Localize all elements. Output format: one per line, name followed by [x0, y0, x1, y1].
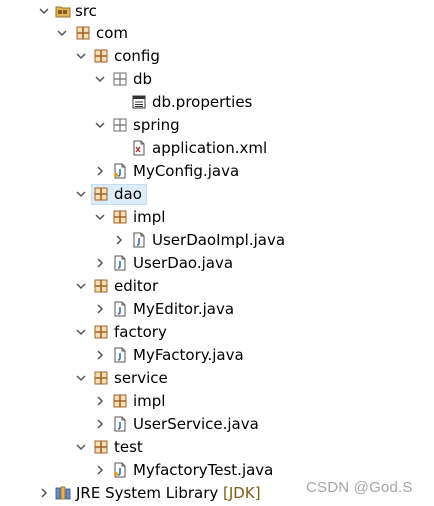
tree-item-label: dao — [114, 185, 142, 203]
tree-item-label: editor — [114, 277, 159, 295]
java-file-icon — [133, 232, 145, 248]
folder-package-icon — [113, 118, 127, 132]
chevron-down-icon[interactable] — [75, 372, 87, 384]
tree-item-label: impl — [133, 208, 166, 226]
package-icon — [94, 49, 108, 63]
tree-item-config[interactable]: config — [0, 45, 434, 68]
jre-tag: [JDK] — [223, 484, 261, 502]
tree-item-label: db — [133, 70, 153, 88]
tree-item-label: MyFactory.java — [133, 346, 244, 364]
tree-item-com[interactable]: com — [0, 22, 434, 45]
package-icon — [94, 440, 108, 454]
tree-item-label: com — [96, 24, 129, 42]
chevron-down-icon[interactable] — [94, 119, 106, 131]
tree-item-userdao-java[interactable]: UserDao.java — [0, 252, 434, 275]
tree-item-jre-system-library[interactable]: JRE System Library [JDK] — [0, 482, 300, 505]
source-folder-icon — [55, 6, 71, 18]
tree-item-label: MyConfig.java — [133, 162, 240, 180]
xml-file-icon — [133, 140, 145, 156]
package-icon — [94, 325, 108, 339]
chevron-down-icon[interactable] — [75, 441, 87, 453]
tree-item-label: test — [114, 438, 143, 456]
chevron-right-icon[interactable] — [94, 257, 106, 269]
package-icon — [113, 394, 127, 408]
chevron-right-icon[interactable] — [113, 234, 125, 246]
package-icon — [76, 26, 90, 40]
tree-item-label: UserDaoImpl.java — [152, 231, 286, 249]
package-explorer-tree: src com config db db.properties spring a… — [0, 0, 434, 506]
folder-package-icon — [113, 72, 127, 86]
java-file-icon — [114, 462, 126, 478]
tree-item-dao[interactable]: dao — [0, 183, 434, 206]
chevron-right-icon[interactable] — [38, 487, 50, 499]
chevron-right-icon[interactable] — [94, 165, 106, 177]
chevron-right-icon[interactable] — [94, 464, 106, 476]
tree-item-label: db.properties — [152, 93, 253, 111]
tree-item-factory[interactable]: factory — [0, 321, 434, 344]
tree-item-myeditor-java[interactable]: MyEditor.java — [0, 298, 434, 321]
chevron-down-icon[interactable] — [75, 50, 87, 62]
tree-item-src[interactable]: src — [0, 0, 434, 23]
java-file-icon — [114, 347, 126, 363]
package-icon — [94, 279, 108, 293]
package-icon — [113, 210, 127, 224]
tree-item-service-impl[interactable]: impl — [0, 390, 434, 413]
tree-item-label: config — [114, 47, 160, 65]
watermark: CSDN @God.S — [306, 479, 413, 496]
tree-item-label: src — [75, 2, 97, 20]
chevron-down-icon[interactable] — [38, 5, 50, 17]
tree-item-label: spring — [133, 116, 180, 134]
package-icon — [94, 187, 108, 201]
tree-item-userdaoimpl-java[interactable]: UserDaoImpl.java — [0, 229, 434, 252]
chevron-down-icon[interactable] — [75, 326, 87, 338]
tree-item-label: service — [114, 369, 168, 387]
tree-item-label: MyEditor.java — [133, 300, 235, 318]
chevron-right-icon[interactable] — [94, 303, 106, 315]
tree-item-label: JRE System Library [JDK] — [76, 483, 261, 504]
tree-item-myfactory-java[interactable]: MyFactory.java — [0, 344, 434, 367]
properties-file-icon — [132, 95, 146, 109]
tree-item-service[interactable]: service — [0, 367, 434, 390]
tree-item-dao-impl[interactable]: impl — [0, 206, 434, 229]
tree-item-test[interactable]: test — [0, 436, 434, 459]
tree-item-myconfig-java[interactable]: MyConfig.java — [0, 160, 434, 183]
tree-item-label: application.xml — [152, 139, 268, 157]
tree-item-application-xml[interactable]: application.xml — [0, 137, 434, 160]
chevron-right-icon[interactable] — [94, 349, 106, 361]
tree-item-editor[interactable]: editor — [0, 275, 434, 298]
chevron-down-icon[interactable] — [75, 188, 87, 200]
java-file-icon — [114, 416, 126, 432]
tree-item-userservice-java[interactable]: UserService.java — [0, 413, 434, 436]
tree-item-label: factory — [114, 323, 167, 341]
chevron-down-icon[interactable] — [56, 27, 68, 39]
chevron-right-icon[interactable] — [94, 418, 106, 430]
chevron-down-icon[interactable] — [75, 280, 87, 292]
package-icon — [94, 371, 108, 385]
tree-item-spring[interactable]: spring — [0, 114, 434, 137]
tree-item-label: UserDao.java — [133, 254, 234, 272]
tree-item-label: UserService.java — [133, 415, 259, 433]
java-file-icon — [114, 255, 126, 271]
library-icon — [55, 486, 71, 500]
tree-item-db[interactable]: db — [0, 68, 434, 91]
tree-item-db-properties[interactable]: db.properties — [0, 91, 434, 114]
jre-label: JRE System Library — [76, 484, 219, 502]
tree-item-label: MyfactoryTest.java — [133, 461, 274, 479]
tree-item-label: impl — [133, 392, 166, 410]
chevron-right-icon[interactable] — [94, 395, 106, 407]
chevron-down-icon[interactable] — [94, 73, 106, 85]
chevron-down-icon[interactable] — [94, 211, 106, 223]
java-file-icon — [114, 163, 126, 179]
java-file-icon — [114, 301, 126, 317]
